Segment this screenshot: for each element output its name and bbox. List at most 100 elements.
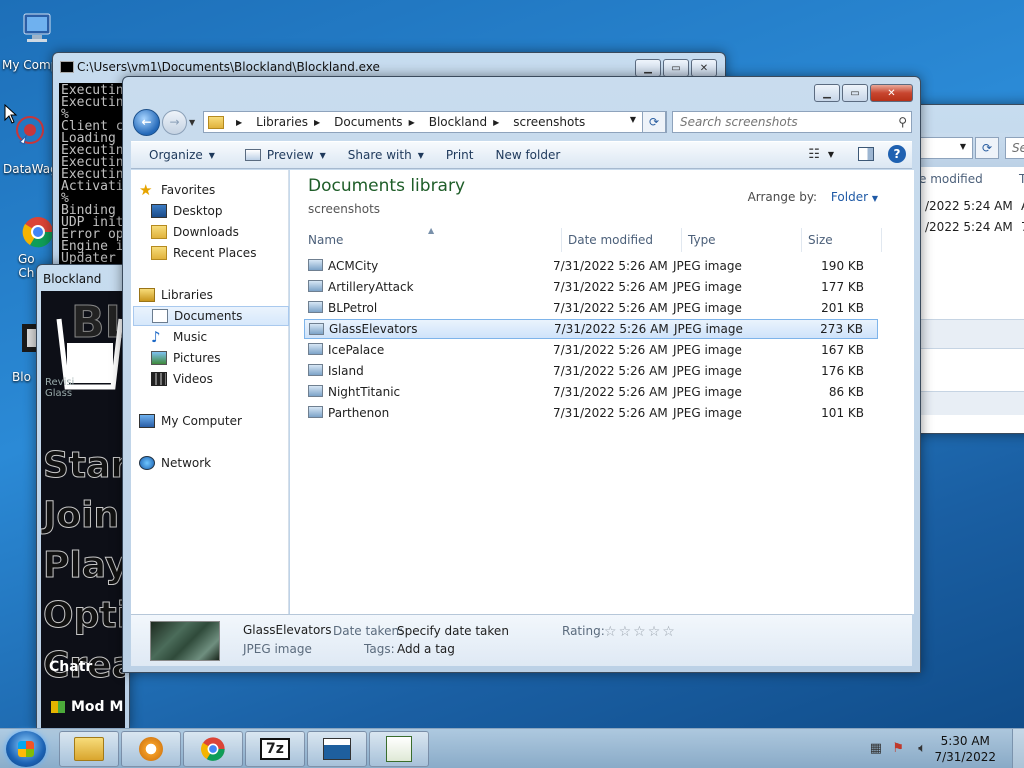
network-tray-icon[interactable]: ▦ bbox=[870, 741, 882, 756]
nav-my-computer[interactable]: My Computer bbox=[139, 411, 295, 431]
star-icon[interactable]: ☆ bbox=[619, 624, 634, 640]
file-type: JPEG image bbox=[673, 364, 742, 378]
downloads-icon bbox=[151, 225, 167, 239]
file-row[interactable]: Parthenon 7/31/2022 5:26 AM JPEG image 101 … bbox=[304, 403, 878, 423]
maximize-button[interactable]: ▭ bbox=[842, 84, 868, 102]
nav-recent-places[interactable]: Recent Places bbox=[151, 243, 307, 263]
nav-libraries[interactable]: Libraries bbox=[139, 285, 295, 305]
taskbar-media-player[interactable] bbox=[121, 731, 181, 767]
file-row[interactable]: ACMCity 7/31/2022 5:26 AM JPEG image 190 KB bbox=[304, 256, 878, 276]
file-row[interactable]: BLPetrol 7/31/2022 5:26 AM JPEG image 201 K… bbox=[304, 298, 878, 318]
minimize-button[interactable]: ▁ bbox=[635, 59, 661, 77]
file-row[interactable]: ArtilleryAttack 7/31/2022 5:26 AM JPEG ima… bbox=[304, 277, 878, 297]
nav-videos[interactable]: Videos bbox=[151, 369, 307, 389]
search-box[interactable]: ⚲ bbox=[672, 111, 912, 133]
file-row[interactable]: NightTitanic 7/31/2022 5:26 AM JPEG image 8… bbox=[304, 382, 878, 402]
show-desktop-button[interactable] bbox=[1012, 729, 1024, 768]
arrange-by-dropdown[interactable]: Folder ▼ bbox=[831, 190, 878, 204]
breadcrumb-separator-icon: ▶ bbox=[408, 117, 415, 127]
column-header-name[interactable]: Name ▲ bbox=[302, 226, 562, 252]
explorer-window[interactable]: ▁ ▭ ✕ ← → ▼ ▶ Libraries ▶ Documents ▶ Bloc… bbox=[122, 76, 921, 673]
taskbar-chrome[interactable] bbox=[183, 731, 243, 767]
search-icon[interactable]: ⚲ bbox=[898, 115, 907, 129]
background-search-input[interactable]: Se bbox=[1005, 137, 1024, 159]
star-icon[interactable]: ☆ bbox=[662, 624, 677, 640]
maximize-button[interactable]: ▭ bbox=[663, 59, 689, 77]
desktop-icon bbox=[151, 204, 167, 218]
column-header-type[interactable]: Type bbox=[682, 228, 802, 252]
preview-button[interactable]: Preview ▼ bbox=[236, 148, 335, 162]
nav-documents[interactable]: Documents bbox=[133, 306, 289, 326]
star-icon[interactable]: ☆ bbox=[633, 624, 648, 640]
blockland-game-window[interactable]: Blockland BL Revisi Glass Star Join Play… bbox=[36, 264, 130, 730]
file-row[interactable]: IcePalace 7/31/2022 5:26 AM JPEG image 167 … bbox=[304, 340, 878, 360]
nav-label: Recent Places bbox=[173, 246, 257, 260]
star-icon[interactable]: ☆ bbox=[648, 624, 663, 640]
view-options-icon[interactable]: ☷ bbox=[808, 147, 820, 162]
forward-button[interactable]: → bbox=[162, 110, 187, 135]
file-type: JPEG image bbox=[673, 385, 742, 399]
share-with-button[interactable]: Share with ▼ bbox=[339, 148, 433, 162]
recent-pages-dropdown[interactable]: ▼ bbox=[189, 118, 195, 127]
desktop-icon-label: My Comp bbox=[2, 58, 59, 72]
preview-pane-icon[interactable] bbox=[858, 147, 874, 161]
file-row[interactable]: GlassElevators 7/31/2022 5:26 AM JPEG imag… bbox=[304, 319, 878, 339]
star-icon[interactable]: ☆ bbox=[604, 624, 619, 640]
chevron-down-icon[interactable]: ▼ bbox=[630, 115, 636, 124]
details-date-taken-value[interactable]: Specify date taken bbox=[397, 624, 509, 638]
taskbar-blockland[interactable] bbox=[369, 731, 429, 767]
file-name: GlassElevators bbox=[329, 322, 418, 336]
column-header-date[interactable]: Date modified bbox=[562, 228, 682, 252]
taskbar-console[interactable] bbox=[307, 731, 367, 767]
minimize-button[interactable]: ▁ bbox=[814, 84, 840, 102]
game-canvas[interactable]: BL Revisi Glass Star Join Play Opti Crea… bbox=[41, 291, 125, 729]
breadcrumb-label: Blockland bbox=[428, 115, 488, 129]
details-tags-value[interactable]: Add a tag bbox=[397, 642, 455, 656]
organize-button[interactable]: Organize ▼ bbox=[140, 148, 224, 162]
address-bar[interactable]: ▶ Libraries ▶ Documents ▶ Blockland ▶ scree… bbox=[203, 111, 667, 133]
help-icon[interactable]: ? bbox=[888, 145, 906, 163]
refresh-icon[interactable]: ⟳ bbox=[975, 137, 999, 159]
rating-stars[interactable]: ☆☆☆☆☆ bbox=[604, 624, 677, 640]
menu-start[interactable]: Star bbox=[42, 445, 125, 487]
volume-icon[interactable]: 🔈︎ bbox=[918, 741, 926, 756]
taskbar-7zip[interactable]: 7z bbox=[245, 731, 305, 767]
breadcrumb-blockland[interactable]: Blockland ▶ bbox=[429, 115, 508, 129]
breadcrumb-documents[interactable]: Documents ▶ bbox=[334, 115, 423, 129]
start-button[interactable] bbox=[6, 731, 46, 767]
close-button[interactable]: ✕ bbox=[691, 59, 717, 77]
file-row[interactable]: Island 7/31/2022 5:26 AM JPEG image 176 KB bbox=[304, 361, 878, 381]
new-folder-button[interactable]: New folder bbox=[486, 148, 569, 162]
nav-favorites[interactable]: ★ Favorites bbox=[139, 180, 295, 200]
breadcrumb-libraries[interactable]: Libraries ▶ bbox=[256, 115, 328, 129]
menu-join[interactable]: Join bbox=[42, 495, 119, 537]
menu-play[interactable]: Play bbox=[42, 545, 125, 587]
column-header-size[interactable]: Size bbox=[802, 228, 882, 252]
clock[interactable]: 5:30 AM 7/31/2022 bbox=[934, 733, 996, 765]
background-column-header-2[interactable]: T bbox=[1019, 172, 1024, 186]
print-button[interactable]: Print bbox=[437, 148, 483, 162]
nav-pictures[interactable]: Pictures bbox=[151, 348, 307, 368]
search-input[interactable] bbox=[673, 112, 883, 132]
back-button[interactable]: ← bbox=[133, 109, 160, 136]
background-row-date[interactable]: /2022 5:24 AM bbox=[925, 199, 1013, 213]
chevron-down-icon[interactable]: ▼ bbox=[828, 150, 834, 159]
nav-music[interactable]: ♪ Music bbox=[151, 327, 307, 347]
refresh-button[interactable]: ⟳ bbox=[642, 111, 666, 133]
nav-desktop[interactable]: Desktop bbox=[151, 201, 307, 221]
background-row-date[interactable]: /2022 5:24 AM bbox=[925, 220, 1013, 234]
menu-options[interactable]: Opti bbox=[43, 595, 125, 637]
breadcrumb-screenshots[interactable]: screenshots bbox=[513, 115, 585, 129]
game-window-title: Blockland bbox=[43, 272, 102, 286]
chatroom-button[interactable]: Chatr bbox=[49, 659, 92, 675]
maximize-icon: ▭ bbox=[850, 87, 860, 99]
mod-manager-button[interactable]: Mod M bbox=[71, 699, 123, 715]
desktop-icon-my-computer[interactable]: My Comp bbox=[2, 10, 66, 72]
file-thumbnail[interactable] bbox=[150, 621, 220, 661]
action-center-icon[interactable]: ⚑ bbox=[892, 741, 904, 756]
file-date: 7/31/2022 5:26 AM bbox=[553, 385, 668, 399]
taskbar-explorer[interactable] bbox=[59, 731, 119, 767]
close-button[interactable]: ✕ bbox=[870, 84, 913, 102]
nav-downloads[interactable]: Downloads bbox=[151, 222, 307, 242]
nav-network[interactable]: Network bbox=[139, 453, 295, 473]
